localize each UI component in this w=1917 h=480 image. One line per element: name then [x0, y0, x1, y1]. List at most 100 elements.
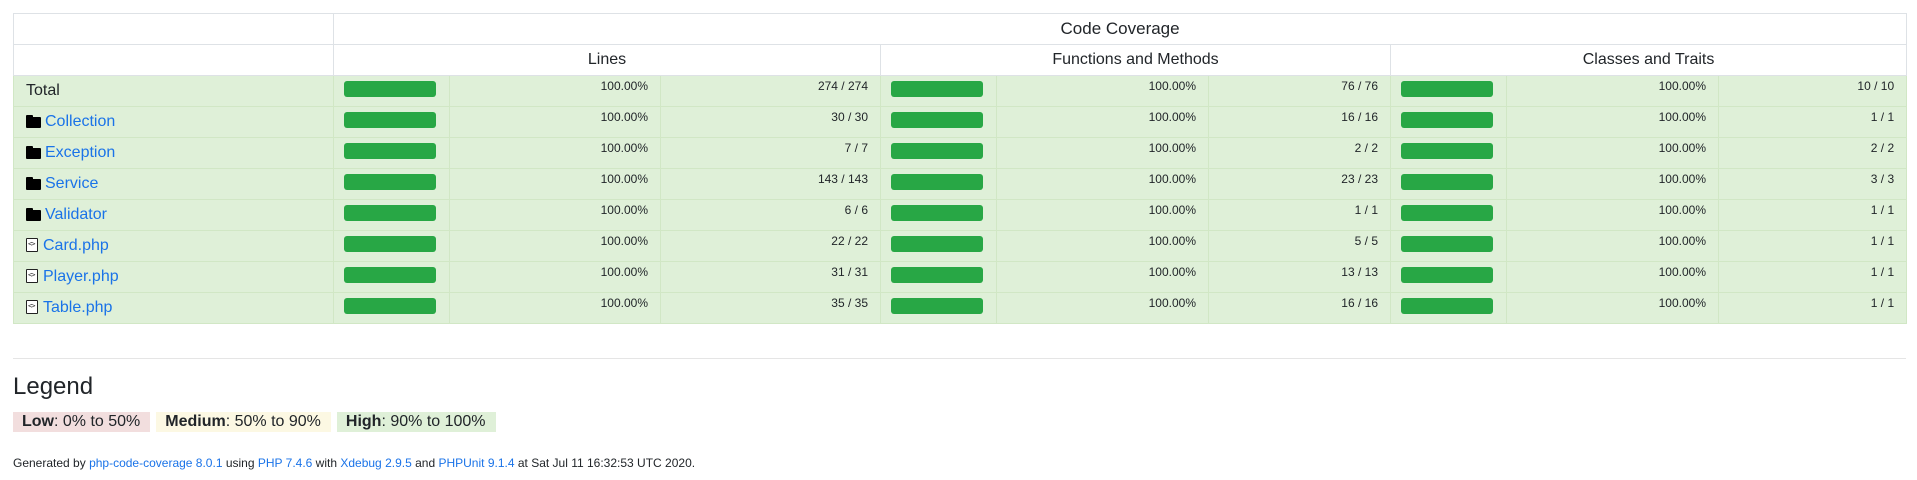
php-link[interactable]: PHP 7.4.6: [258, 456, 312, 470]
functions-count: 16 / 16: [1341, 110, 1378, 124]
functions-progress-fill: [891, 267, 983, 283]
lines-count-cell: 143 / 143: [660, 168, 881, 200]
classes-bar-cell: [1390, 199, 1507, 231]
classes-count: 10 / 10: [1857, 79, 1895, 93]
classes-bar-cell: [1390, 230, 1507, 262]
classes-progress-bar: [1401, 81, 1493, 97]
lines-progress-bar: [344, 236, 436, 252]
lines-bar-cell: [333, 261, 450, 293]
lines-count-cell: 7 / 7: [660, 137, 881, 169]
lines-progress-fill: [344, 112, 436, 128]
file-code-icon: [26, 238, 38, 252]
classes-percent: 100.00%: [1658, 79, 1706, 93]
lines-progress-fill: [344, 205, 436, 221]
tool-link[interactable]: php-code-coverage 8.0.1: [89, 456, 222, 470]
lines-progress-fill: [344, 267, 436, 283]
functions-bar-cell: [880, 230, 997, 262]
lines-count-cell: 6 / 6: [660, 199, 881, 231]
classes-progress-fill: [1401, 236, 1493, 252]
lines-progress-bar: [344, 267, 436, 283]
functions-percent: 100.00%: [1148, 203, 1196, 217]
classes-progress-fill: [1401, 81, 1493, 97]
legend: Low: 0% to 50% Medium: 50% to 90% High: …: [13, 412, 502, 432]
directory-link[interactable]: Exception: [45, 144, 115, 161]
table-row: Collection 100.00% 30 / 30 100.00% 16 / 16 10…: [13, 106, 1908, 138]
classes-count-cell: 1 / 1: [1717, 292, 1908, 324]
file-code-icon: [26, 300, 38, 314]
functions-progress-bar: [891, 112, 983, 128]
classes-count-cell: 1 / 1: [1717, 199, 1908, 231]
directory-link[interactable]: Validator: [45, 206, 107, 223]
lines-bar-cell: [333, 199, 450, 231]
file-link[interactable]: Player.php: [43, 268, 119, 285]
classes-progress-fill: [1401, 205, 1493, 221]
file-link[interactable]: Card.php: [43, 237, 109, 254]
file-link[interactable]: Table.php: [43, 299, 112, 316]
classes-count: 1 / 1: [1870, 234, 1895, 248]
lines-bar-cell: [333, 75, 450, 107]
classes-progress-bar: [1401, 112, 1493, 128]
classes-count-cell: 1 / 1: [1717, 230, 1908, 262]
footer: Generated by php-code-coverage 8.0.1 usi…: [13, 456, 695, 470]
column-functions-methods: Functions and Methods: [880, 44, 1391, 76]
functions-percent: 100.00%: [1148, 110, 1196, 124]
folder-icon: [26, 115, 41, 128]
lines-progress-fill: [344, 81, 436, 97]
functions-count: 76 / 76: [1341, 79, 1378, 93]
classes-percent-cell: 100.00%: [1506, 230, 1719, 262]
functions-bar-cell: [880, 199, 997, 231]
functions-percent-cell: 100.00%: [996, 292, 1209, 324]
legend-medium-label: Medium: [165, 413, 226, 430]
xdebug-link[interactable]: Xdebug 2.9.5: [340, 456, 411, 470]
classes-count-cell: 1 / 1: [1717, 261, 1908, 293]
legend-high-range: : 90% to 100%: [381, 413, 486, 430]
directory-link[interactable]: Service: [45, 175, 98, 192]
classes-bar-cell: [1390, 137, 1507, 169]
functions-percent-cell: 100.00%: [996, 199, 1209, 231]
classes-progress-bar: [1401, 267, 1493, 283]
functions-bar-cell: [880, 292, 997, 324]
classes-count: 1 / 1: [1870, 110, 1895, 124]
functions-progress-fill: [891, 298, 983, 314]
classes-percent-cell: 100.00%: [1506, 75, 1719, 107]
lines-count: 7 / 7: [844, 141, 868, 155]
lines-percent: 100.00%: [600, 79, 648, 93]
table-row: Total 100.00% 274 / 274 100.00% 76 / 76 100.0…: [13, 75, 1908, 107]
lines-progress-bar: [344, 143, 436, 159]
functions-progress-bar: [891, 143, 983, 159]
classes-percent-cell: 100.00%: [1506, 292, 1719, 324]
functions-bar-cell: [880, 261, 997, 293]
folder-icon: [26, 146, 41, 159]
footer-at: at Sat Jul 11 16:32:53 UTC 2020.: [514, 456, 696, 470]
table-row: Service 100.00% 143 / 143 100.00% 23 / 23 100…: [13, 168, 1908, 200]
lines-percent-cell: 100.00%: [449, 106, 661, 138]
classes-count-cell: 3 / 3: [1717, 168, 1908, 200]
functions-progress-bar: [891, 174, 983, 190]
functions-bar-cell: [880, 168, 997, 200]
classes-count-cell: 1 / 1: [1717, 106, 1908, 138]
classes-count: 2 / 2: [1870, 141, 1895, 155]
functions-percent-cell: 100.00%: [996, 230, 1209, 262]
legend-high: High: 90% to 100%: [336, 412, 496, 432]
lines-bar-cell: [333, 137, 450, 169]
functions-count: 13 / 13: [1341, 265, 1378, 279]
row-name-cell: Total: [13, 75, 334, 107]
functions-progress-fill: [891, 205, 983, 221]
functions-count: 5 / 5: [1354, 234, 1378, 248]
coverage-table: Code Coverage Lines Functions and Method…: [13, 13, 1908, 324]
phpunit-link[interactable]: PHPUnit 9.1.4: [438, 456, 514, 470]
functions-percent-cell: 100.00%: [996, 75, 1209, 107]
lines-progress-bar: [344, 112, 436, 128]
classes-progress-bar: [1401, 143, 1493, 159]
lines-count-cell: 30 / 30: [660, 106, 881, 138]
lines-percent: 100.00%: [600, 265, 648, 279]
directory-link[interactable]: Collection: [45, 113, 115, 130]
lines-percent: 100.00%: [600, 203, 648, 217]
classes-count-cell: 10 / 10: [1717, 75, 1908, 107]
functions-bar-cell: [880, 137, 997, 169]
classes-count: 1 / 1: [1870, 203, 1895, 217]
coverage-panel: Code Coverage Lines Functions and Method…: [13, 13, 1908, 324]
classes-progress-fill: [1401, 174, 1493, 190]
functions-count-cell: 23 / 23: [1208, 168, 1391, 200]
lines-count-cell: 31 / 31: [660, 261, 881, 293]
